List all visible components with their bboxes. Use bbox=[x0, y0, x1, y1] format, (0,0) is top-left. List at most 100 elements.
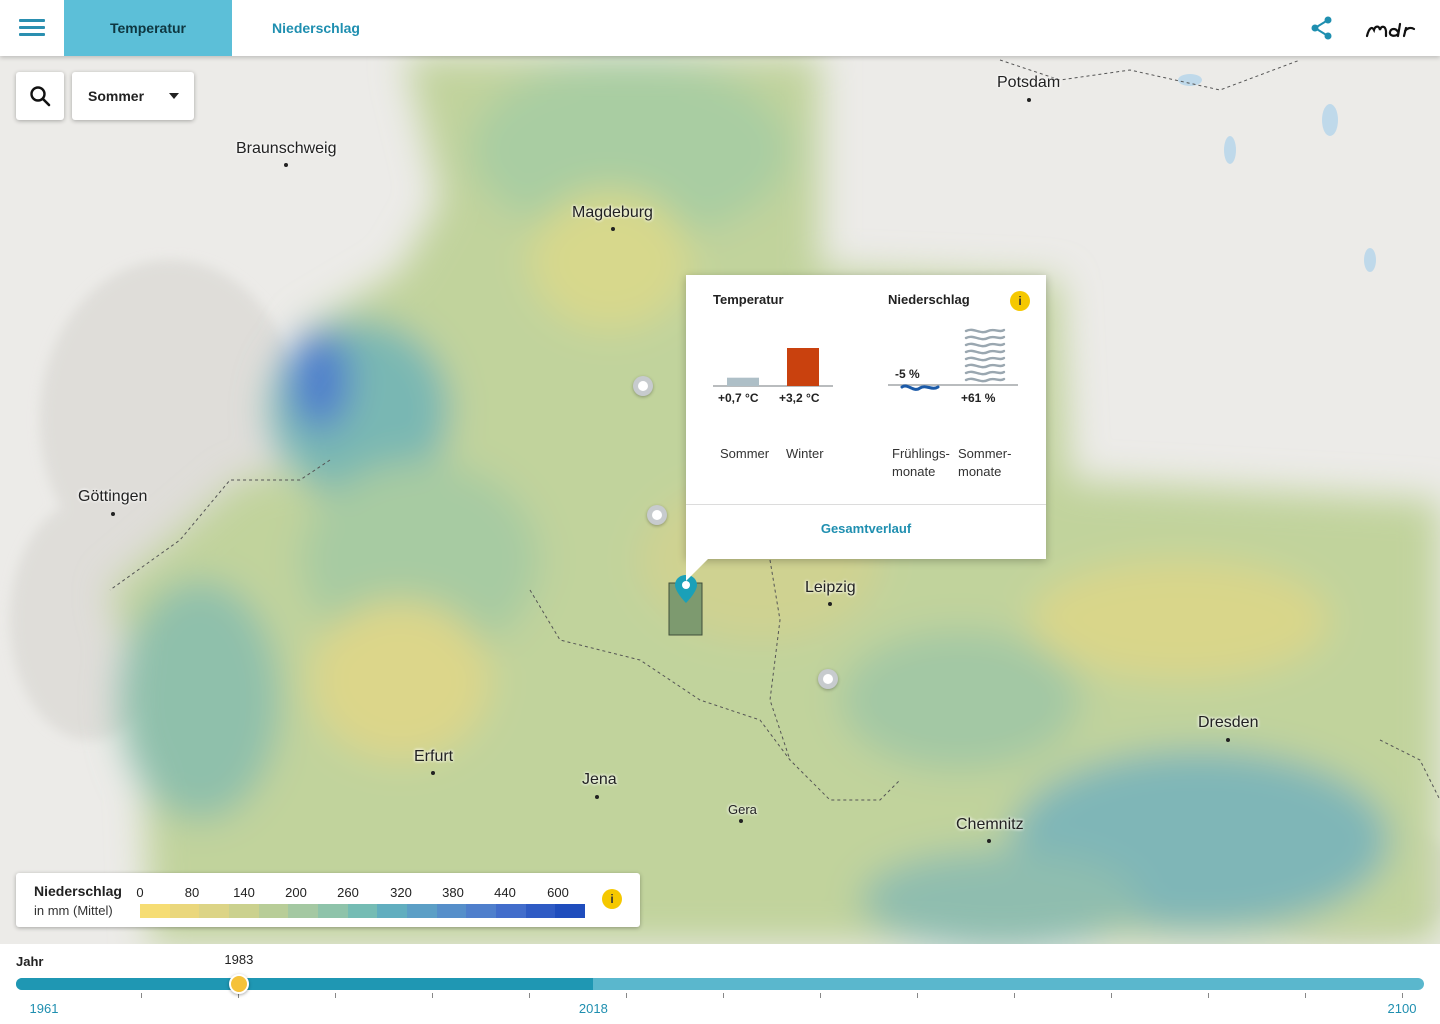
city-label: Göttingen bbox=[78, 488, 148, 505]
precipitation-value-sommer: +61 % bbox=[961, 391, 996, 405]
caption-line: monate bbox=[958, 464, 1002, 479]
legend-tick-label: 320 bbox=[390, 885, 412, 900]
legend-color-swatch bbox=[407, 904, 437, 918]
city-label: Dresden bbox=[1198, 714, 1259, 731]
legend-color-swatch bbox=[199, 904, 230, 918]
timeline-label: Jahr bbox=[16, 954, 44, 969]
caption-line: Sommer- bbox=[958, 446, 1012, 461]
year-tick bbox=[1305, 993, 1306, 998]
year-slider-past-segment bbox=[16, 978, 594, 990]
caption-line: Frühlings- bbox=[892, 446, 950, 461]
temperature-bar-sommer bbox=[727, 377, 759, 386]
legend-color-swatch bbox=[525, 904, 556, 918]
city-label: Braunschweig bbox=[236, 140, 337, 157]
legend-tick-label: 380 bbox=[442, 885, 464, 900]
app-header: Temperatur Niederschlag bbox=[0, 0, 1440, 56]
year-slider-track[interactable] bbox=[16, 978, 1424, 990]
temperature-value-sommer: +0,7 °C bbox=[718, 391, 759, 405]
year-tick bbox=[1402, 993, 1403, 998]
current-year-label: 1983 bbox=[224, 952, 254, 967]
legend-tick-label: 80 bbox=[184, 885, 200, 900]
station-marker[interactable] bbox=[633, 376, 653, 396]
city-label: Chemnitz bbox=[956, 816, 1024, 833]
year-tick bbox=[723, 993, 724, 998]
year-tick bbox=[1208, 993, 1209, 998]
station-marker[interactable] bbox=[647, 505, 667, 525]
year-slider-handle[interactable] bbox=[228, 974, 249, 994]
popup-temperature-heading: Temperatur bbox=[713, 292, 784, 307]
legend-color-swatch bbox=[496, 904, 526, 918]
legend-color-swatch bbox=[288, 904, 319, 918]
popup-pointer bbox=[686, 559, 708, 581]
info-icon[interactable]: i bbox=[1010, 291, 1030, 311]
year-tick bbox=[529, 993, 530, 998]
search-button[interactable] bbox=[16, 72, 64, 120]
precipitation-caption-sommer: Sommer- monate bbox=[958, 445, 1011, 481]
temperature-change-chart bbox=[713, 348, 833, 387]
legend-tick-label: 200 bbox=[285, 885, 307, 900]
city-dot bbox=[284, 163, 288, 167]
year-label-start: 1961 bbox=[29, 1001, 59, 1016]
legend-color-swatch bbox=[377, 904, 408, 918]
season-select-value: Sommer bbox=[88, 88, 145, 104]
year-tick bbox=[626, 993, 627, 998]
precipitation-legend: Niederschlag in mm (Mittel) 0 80 140 200 260… bbox=[16, 873, 640, 927]
info-icon[interactable]: i bbox=[602, 889, 622, 909]
temperature-bar-winter bbox=[787, 348, 819, 386]
legend-tick-label: 140 bbox=[233, 885, 255, 900]
legend-tick-label: 440 bbox=[494, 885, 516, 900]
city-label: Potsdam bbox=[997, 74, 1061, 91]
season-select[interactable]: Sommer bbox=[72, 72, 194, 120]
year-label-end: 2100 bbox=[1387, 1001, 1417, 1016]
precipitation-change-chart bbox=[888, 328, 1018, 391]
tab-niederschlag[interactable]: Niederschlag bbox=[232, 0, 400, 56]
temperature-value-winter: +3,2 °C bbox=[779, 391, 820, 405]
legend-color-scale bbox=[140, 904, 586, 918]
legend-color-swatch bbox=[140, 904, 170, 918]
year-tick bbox=[917, 993, 918, 998]
legend-color-swatch bbox=[318, 904, 348, 918]
city-dot bbox=[111, 512, 115, 516]
legend-color-swatch bbox=[258, 904, 289, 918]
popup-divider bbox=[686, 504, 1046, 505]
share-icon[interactable] bbox=[1308, 14, 1336, 42]
temperature-caption-winter: Winter bbox=[786, 446, 824, 461]
year-tick bbox=[432, 993, 433, 998]
gesamtverlauf-link[interactable]: Gesamtverlauf bbox=[686, 521, 1046, 536]
legend-color-swatch bbox=[436, 904, 467, 918]
tab-temperatur[interactable]: Temperatur bbox=[64, 0, 232, 56]
hamburger-menu-icon[interactable] bbox=[16, 14, 48, 42]
city-label: Erfurt bbox=[414, 748, 454, 765]
legend-color-swatch bbox=[347, 904, 378, 918]
precipitation-caption-fruehling: Frühlings- monate bbox=[892, 445, 950, 481]
legend-subtitle: in mm (Mittel) bbox=[34, 903, 113, 918]
city-label: Magdeburg bbox=[572, 204, 653, 221]
legend-tick-label: 0 bbox=[136, 885, 144, 900]
legend-color-swatch bbox=[169, 904, 200, 918]
year-tick bbox=[1014, 993, 1015, 998]
year-tick bbox=[1111, 993, 1112, 998]
city-dot bbox=[828, 602, 832, 606]
legend-color-swatch bbox=[555, 904, 586, 918]
precipitation-value-fruehling: -5 % bbox=[895, 367, 920, 381]
city-dot bbox=[611, 227, 615, 231]
legend-tick-label: 600 bbox=[547, 885, 569, 900]
city-dot bbox=[1027, 98, 1031, 102]
city-label: Leipzig bbox=[805, 579, 856, 596]
popup-precipitation-heading: Niederschlag bbox=[888, 292, 970, 307]
city-dot bbox=[1226, 738, 1230, 742]
station-marker[interactable] bbox=[818, 669, 838, 689]
mdr-logo bbox=[1365, 22, 1416, 38]
search-icon bbox=[30, 86, 51, 107]
city-dot bbox=[595, 795, 599, 799]
year-tick bbox=[335, 993, 336, 998]
city-dot bbox=[431, 771, 435, 775]
caption-line: monate bbox=[892, 464, 936, 479]
city-dot bbox=[987, 839, 991, 843]
year-tick bbox=[820, 993, 821, 998]
temperature-caption-sommer: Sommer bbox=[720, 446, 770, 461]
legend-color-swatch bbox=[229, 904, 259, 918]
year-label-split: 2018 bbox=[578, 1001, 608, 1016]
year-tick bbox=[141, 993, 142, 998]
location-popup: Temperatur Niederschlag i +0,7 °C +3,2 °… bbox=[686, 275, 1046, 581]
